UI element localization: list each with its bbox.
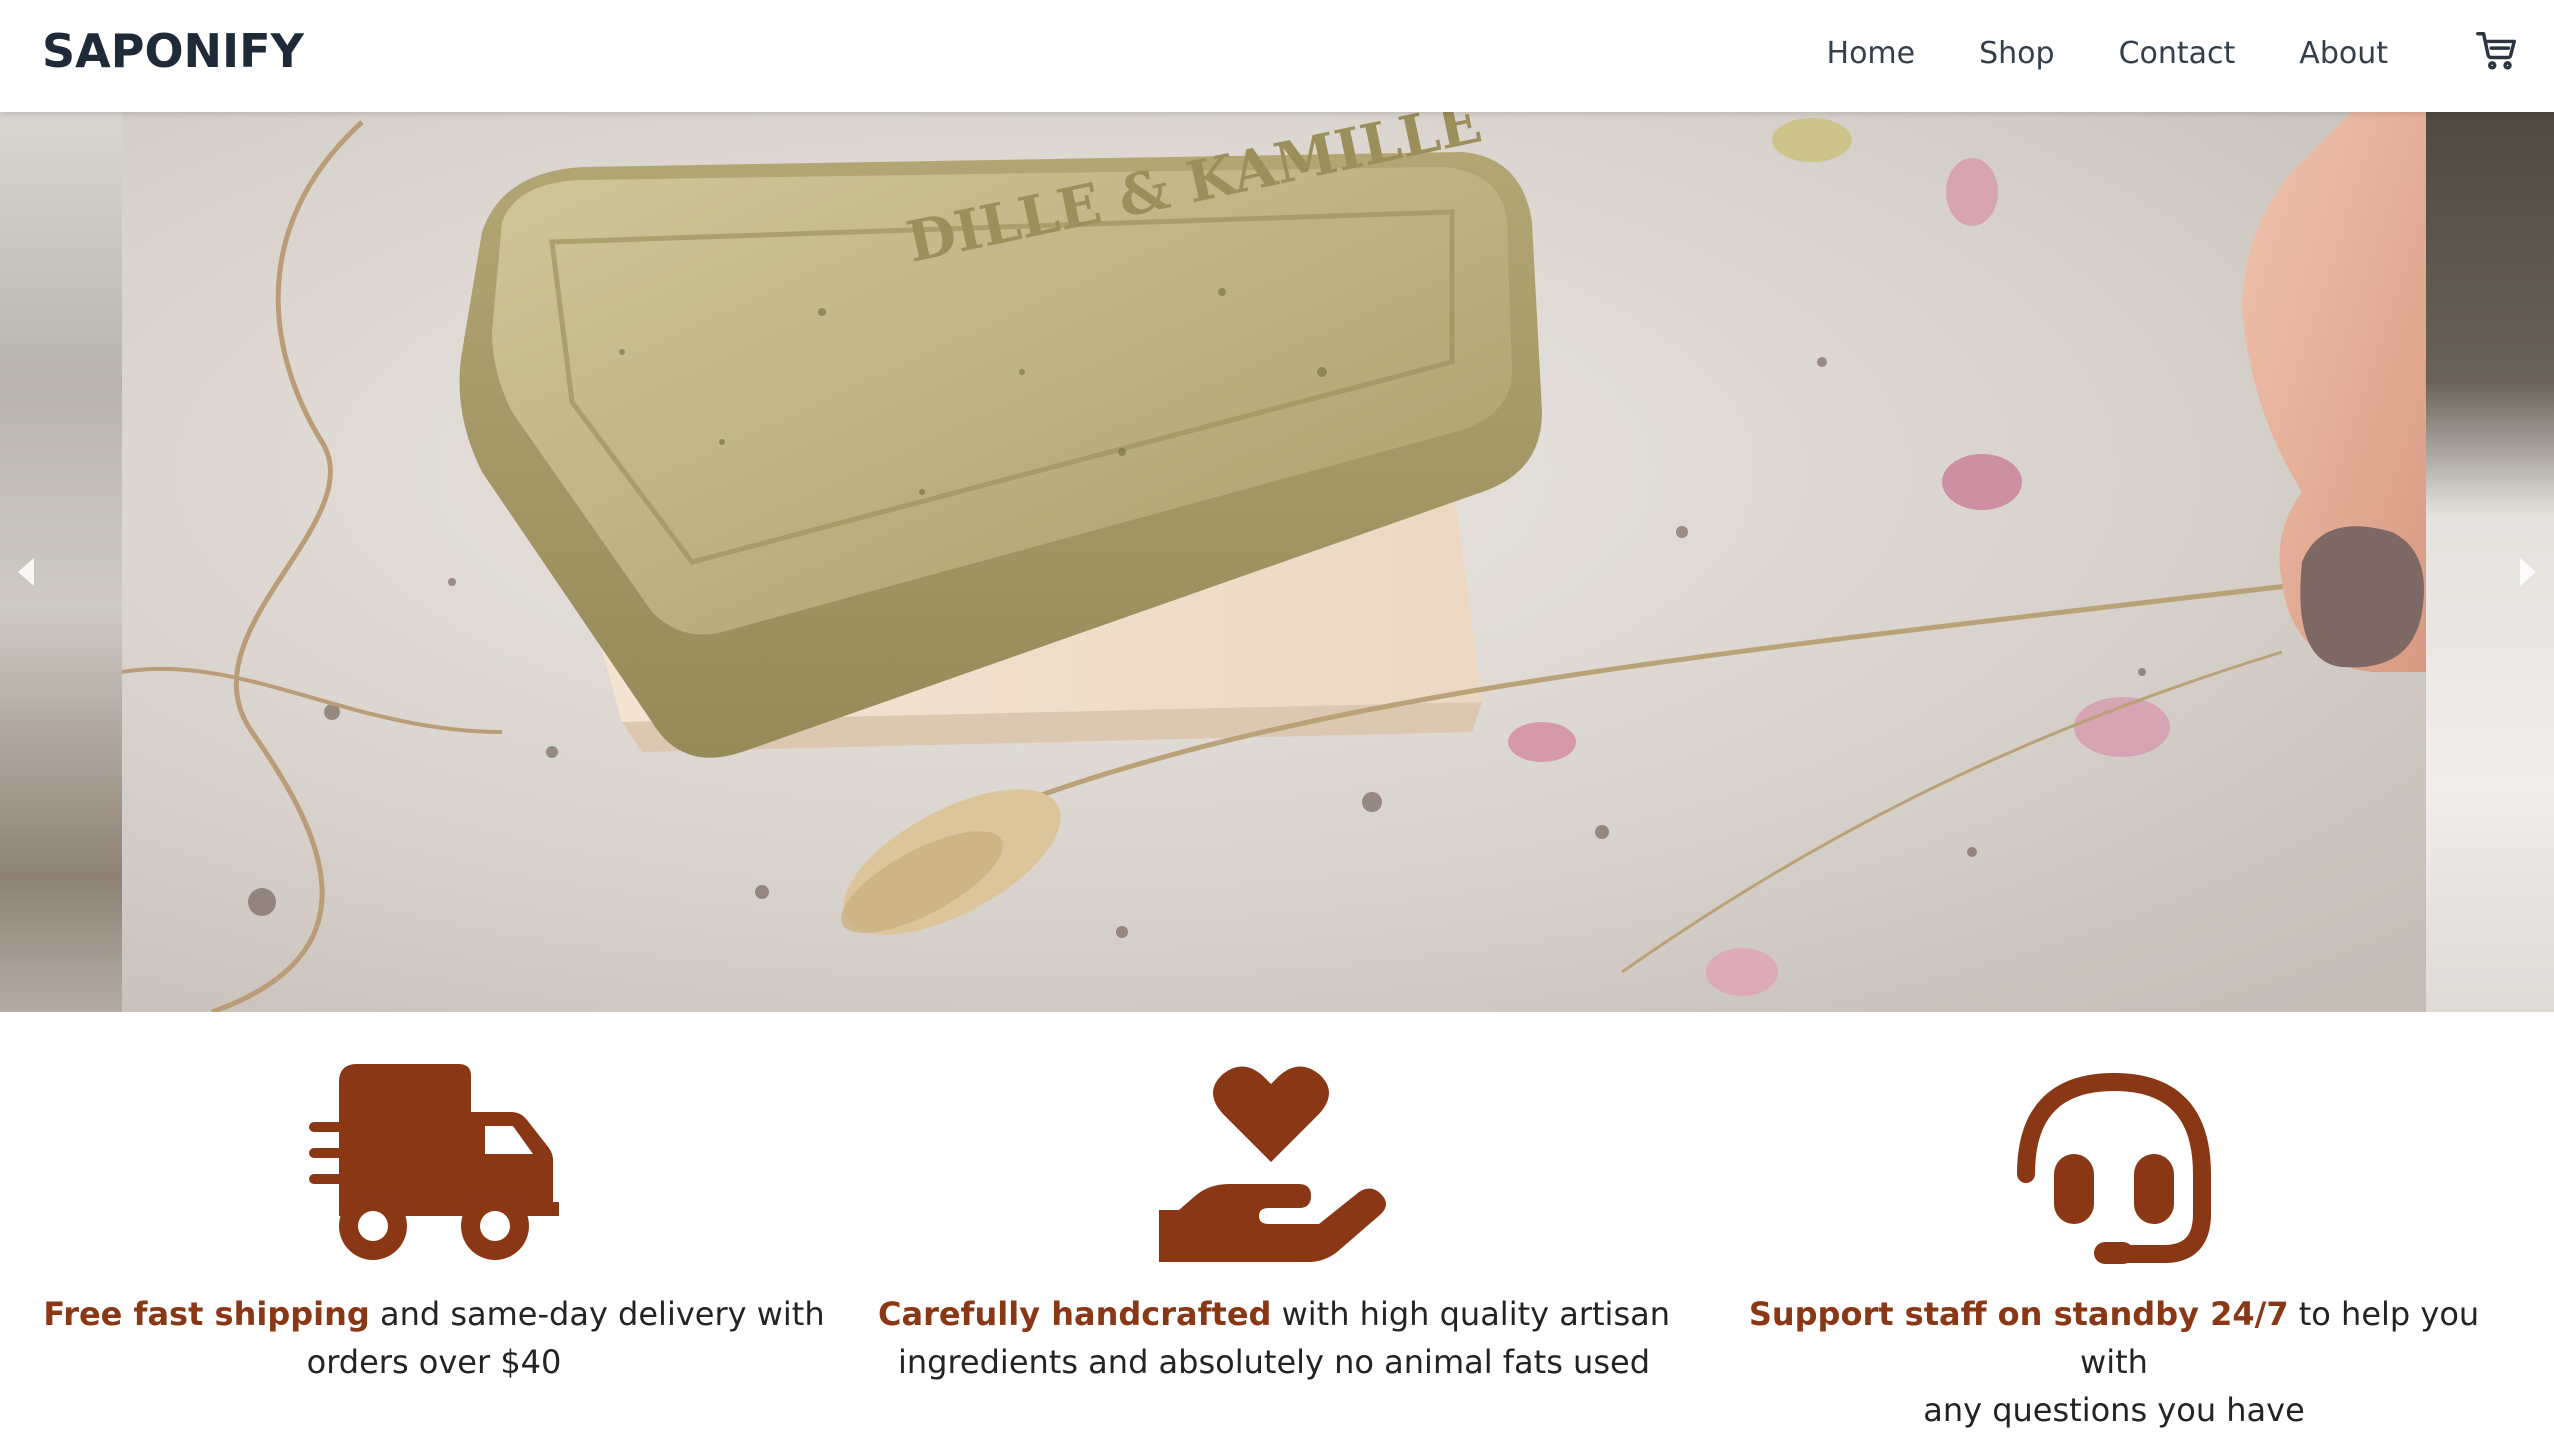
chevron-right-icon bbox=[2520, 558, 2536, 586]
soap-photo: DILLE & KAMILLE bbox=[121, 112, 2426, 1012]
truck-icon bbox=[309, 1064, 559, 1260]
nav-contact[interactable]: Contact bbox=[2119, 36, 2236, 71]
feature-shipping-text: Free fast shipping and same-day delivery… bbox=[43, 1295, 825, 1381]
chevron-left-icon bbox=[18, 558, 34, 586]
feature-shipping-highlight: Free fast shipping bbox=[43, 1295, 370, 1333]
features-section: Free fast shipping and same-day delivery… bbox=[0, 1012, 2554, 1442]
cart-button[interactable] bbox=[2474, 28, 2520, 74]
brand-logo[interactable]: SAPONIFY bbox=[42, 24, 304, 78]
feature-support-highlight: Support staff on standby 24/7 bbox=[1748, 1295, 2289, 1333]
carousel-next-button[interactable] bbox=[2508, 542, 2548, 602]
nav-shop[interactable]: Shop bbox=[1979, 36, 2054, 71]
hero-carousel[interactable]: DILLE & KAMILLE bbox=[0, 112, 2554, 1012]
feature-handcrafted-highlight: Carefully handcrafted bbox=[877, 1295, 1272, 1333]
main-nav: Home Shop Contact About bbox=[1763, 36, 2388, 71]
hero-slide-image: DILLE & KAMILLE bbox=[121, 112, 2426, 1012]
feature-support-text: Support staff on standby 24/7 to help yo… bbox=[1748, 1295, 2480, 1429]
hand-heart-icon bbox=[1159, 1066, 1386, 1262]
cart-icon bbox=[2476, 32, 2516, 70]
carousel-prev-button[interactable] bbox=[6, 542, 46, 602]
nav-about[interactable]: About bbox=[2299, 36, 2388, 71]
feature-handcrafted-text: Carefully handcrafted with high quality … bbox=[877, 1295, 1670, 1381]
nav-home[interactable]: Home bbox=[1827, 36, 1916, 71]
top-navbar: SAPONIFY Home Shop Contact About bbox=[0, 0, 2554, 112]
headset-icon bbox=[2017, 1072, 2211, 1264]
